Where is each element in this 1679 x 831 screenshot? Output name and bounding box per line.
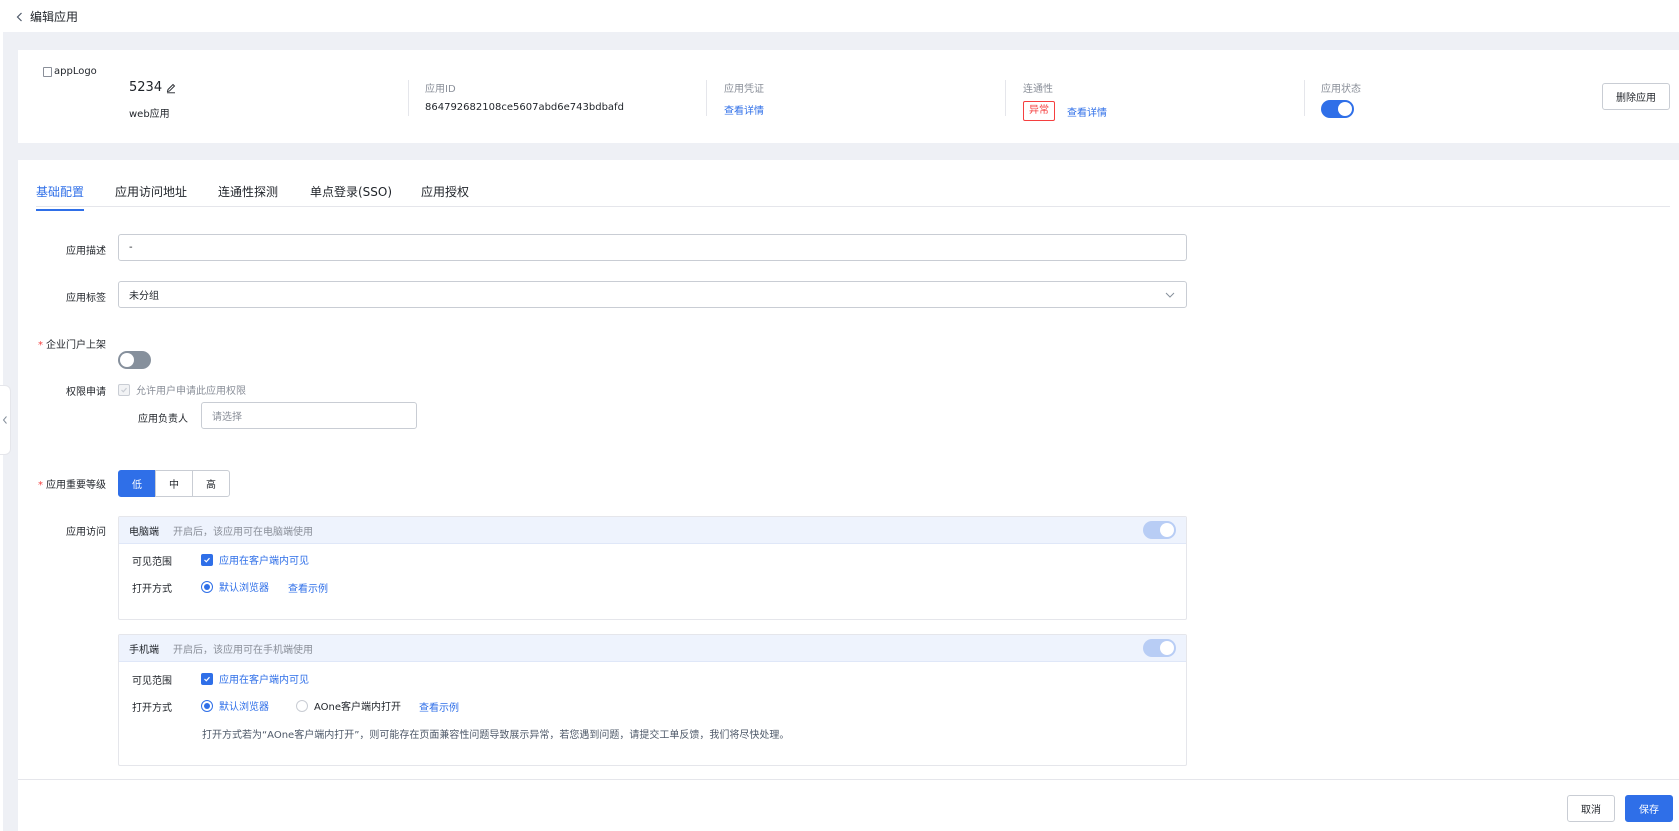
portal-label: * 企业门户上架 [6, 336, 106, 351]
tab-basic-config[interactable]: 基础配置 [36, 183, 85, 211]
divider [408, 80, 409, 116]
chevron-left-icon [16, 12, 22, 21]
pc-panel-header: 电脑端 开启后，该应用可在电脑端使用 [119, 517, 1186, 544]
portal-label-text: 企业门户上架 [46, 340, 106, 351]
mobile-open-label: 打开方式 [132, 703, 172, 714]
level-medium-option[interactable]: 中 [155, 470, 193, 497]
mobile-example-link[interactable]: 查看示例 [419, 699, 459, 714]
divider [1304, 80, 1305, 116]
perm-checkbox-label: 允许用户申请此应用权限 [136, 386, 246, 397]
app-summary-card [18, 50, 1679, 143]
mobile-visible-label: 可见范围 [132, 676, 172, 687]
level-label-text: 应用重要等级 [46, 480, 106, 491]
tab-access-address[interactable]: 应用访问地址 [115, 183, 187, 205]
app-logo-alt: appLogo [54, 66, 97, 77]
access-label: 应用访问 [66, 527, 106, 538]
connectivity-details-link[interactable]: 查看详情 [1067, 104, 1107, 119]
edit-icon[interactable] [165, 82, 177, 94]
radio-selected-icon [201, 699, 213, 712]
mobile-panel-hint: 开启后，该应用可在手机端使用 [173, 644, 313, 656]
mobile-open-note: 打开方式若为“AOne客户端内打开”，则可能存在页面兼容性问题导致展示异常，若您… [202, 730, 790, 741]
mobile-open-radio-aone[interactable]: AOne客户端内打开 [296, 698, 401, 713]
level-high-option[interactable]: 高 [192, 470, 230, 497]
pc-visible-option: 应用在客户端内可见 [219, 556, 309, 567]
divider [706, 80, 707, 116]
pc-access-panel: 电脑端 开启后，该应用可在电脑端使用 [118, 516, 1187, 620]
mobile-open-option-aone: AOne客户端内打开 [314, 702, 402, 713]
pc-example-link[interactable]: 查看示例 [288, 580, 328, 595]
pc-open-radio-default[interactable]: 默认浏览器 [201, 579, 269, 594]
mobile-open-radio-default[interactable]: 默认浏览器 [201, 698, 269, 713]
mobile-access-panel: 手机端 开启后，该应用可在手机端使用 [118, 634, 1187, 766]
app-id-label: 应用ID [425, 84, 456, 95]
app-type: web应用 [129, 109, 170, 120]
chevron-left-icon [2, 416, 7, 424]
mobile-access-toggle[interactable] [1143, 639, 1176, 657]
radio-icon [296, 699, 308, 712]
top-bar [0, 0, 1679, 32]
perm-label: 权限申请 [66, 387, 106, 398]
mobile-open-option-default: 默认浏览器 [219, 702, 269, 713]
divider [1005, 80, 1006, 116]
pc-open-label: 打开方式 [132, 584, 172, 595]
level-segmented-control: 低 中 高 [118, 470, 230, 497]
tab-connectivity-probe[interactable]: 连通性探测 [218, 183, 278, 205]
pc-panel-hint: 开启后，该应用可在电脑端使用 [173, 526, 313, 538]
level-label: * 应用重要等级 [6, 476, 106, 491]
credential-label: 应用凭证 [724, 84, 764, 95]
pc-visible-label: 可见范围 [132, 557, 172, 568]
app-status-toggle[interactable] [1321, 100, 1354, 118]
checkbox-checked-icon [201, 672, 213, 685]
perm-checkbox[interactable]: 允许用户申请此应用权限 [118, 382, 246, 397]
app-logo: appLogo [43, 66, 97, 77]
pc-panel-title: 电脑端 [129, 526, 159, 538]
tag-select-value: 未分组 [129, 291, 159, 302]
tag-label: 应用标签 [66, 293, 106, 304]
back-label: 编辑应用 [30, 10, 79, 24]
owner-label: 应用负责人 [138, 414, 188, 425]
level-low-option[interactable]: 低 [118, 470, 156, 497]
radio-selected-icon [201, 580, 213, 593]
tab-app-authorization[interactable]: 应用授权 [421, 183, 469, 205]
checkbox-checked-icon [201, 553, 213, 566]
required-mark: * [38, 340, 43, 351]
tab-divider [36, 206, 1670, 207]
cancel-button[interactable]: 取消 [1567, 795, 1615, 822]
pc-open-option: 默认浏览器 [219, 583, 269, 594]
mobile-visible-checkbox[interactable]: 应用在客户端内可见 [201, 671, 309, 686]
broken-image-icon [43, 66, 52, 77]
pc-visible-checkbox[interactable]: 应用在客户端内可见 [201, 552, 309, 567]
connectivity-label: 连通性 [1023, 84, 1053, 95]
owner-placeholder: 请选择 [212, 412, 242, 423]
required-mark: * [38, 480, 43, 491]
chevron-down-icon [1165, 292, 1175, 298]
pc-access-toggle[interactable] [1143, 521, 1176, 539]
credential-details-link[interactable]: 查看详情 [724, 102, 764, 117]
toggle-knob [120, 353, 134, 367]
mobile-panel-title: 手机端 [129, 644, 159, 656]
app-name-text: 5234 [129, 80, 163, 95]
tab-sso[interactable]: 单点登录(SSO) [310, 183, 392, 205]
mobile-visible-option: 应用在客户端内可见 [219, 675, 309, 686]
checkbox-icon [118, 383, 130, 396]
mobile-panel-header: 手机端 开启后，该应用可在手机端使用 [119, 635, 1186, 662]
footer-bar [18, 779, 1679, 831]
owner-select[interactable]: 请选择 [201, 402, 417, 429]
toggle-knob [1338, 102, 1352, 116]
save-button[interactable]: 保存 [1625, 795, 1673, 822]
app-id-value: 864792682108ce5607abd6e743bdbafd [425, 102, 624, 113]
delete-app-button[interactable]: 删除应用 [1602, 83, 1670, 110]
desc-input[interactable]: - [118, 234, 1187, 261]
portal-toggle[interactable] [118, 351, 151, 369]
desc-label: 应用描述 [66, 246, 106, 257]
back-button[interactable]: 编辑应用 [14, 8, 78, 25]
app-name: 5234 [129, 80, 177, 95]
app-status-label: 应用状态 [1321, 84, 1361, 95]
toggle-knob [1160, 641, 1174, 655]
tag-select[interactable]: 未分组 [118, 281, 1187, 308]
toggle-knob [1160, 523, 1174, 537]
connectivity-status-badge: 异常 [1023, 101, 1055, 121]
